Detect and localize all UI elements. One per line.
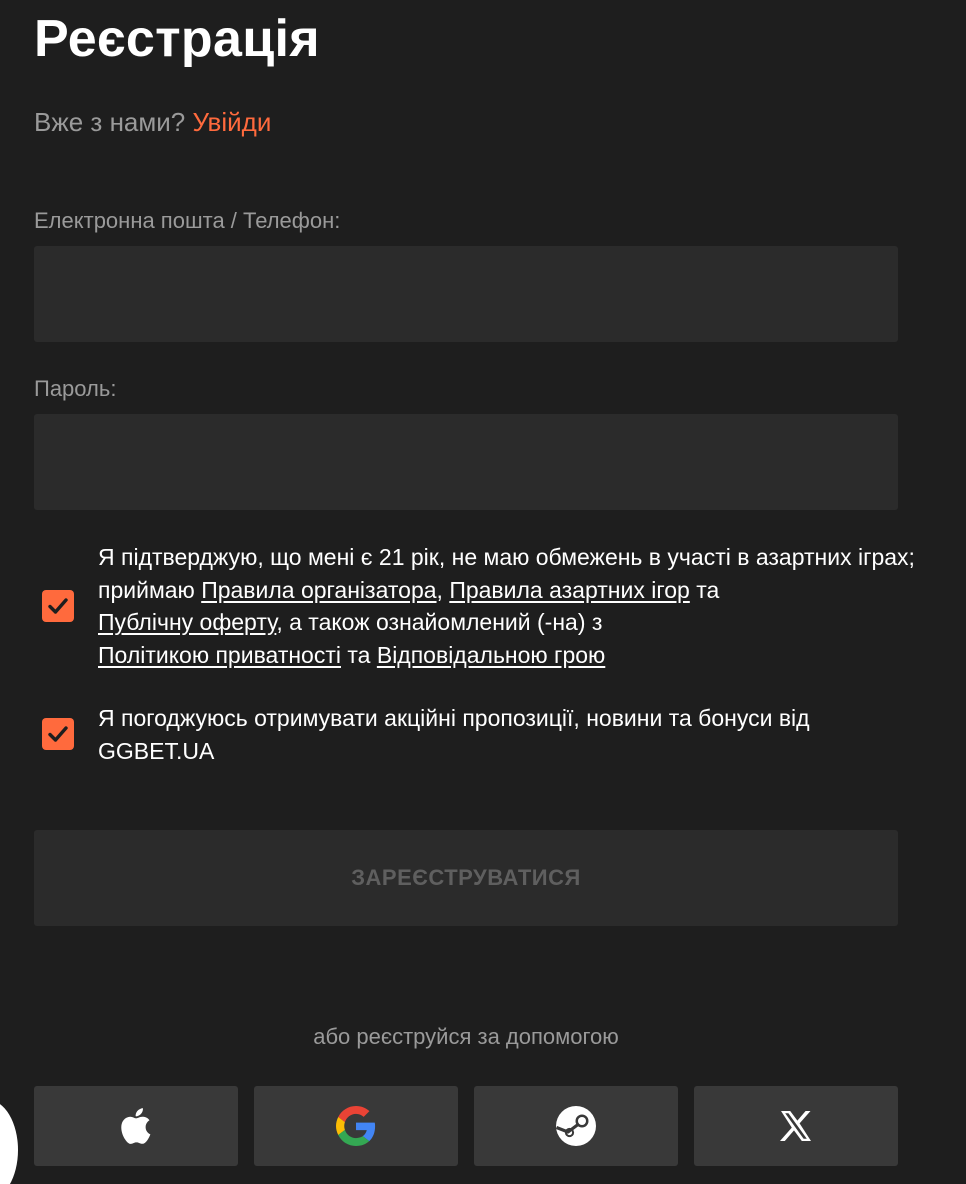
login-prompt-text: Вже з нами? xyxy=(34,107,186,137)
public-offer-link[interactable]: Публічну оферту xyxy=(98,609,276,635)
password-input[interactable] xyxy=(34,414,898,510)
google-login-button[interactable] xyxy=(254,1086,458,1166)
terms-text-part: та xyxy=(689,576,720,603)
checkmark-icon xyxy=(48,598,68,614)
terms-text-part: та xyxy=(341,641,377,668)
promo-consent-text: Я погоджуюсь отримувати акційні пропозиц… xyxy=(98,705,810,764)
steam-icon xyxy=(555,1106,596,1146)
terms-consent-text: Я підтверджую, що мені є 21 рік, не маю … xyxy=(98,541,918,671)
page-title: Реєстрація xyxy=(34,10,320,68)
register-button[interactable]: ЗАРЕЄСТРУВАТИСЯ xyxy=(34,830,898,926)
login-link[interactable]: Увійди xyxy=(192,107,271,137)
terms-text-part: , xyxy=(436,576,450,603)
apple-icon xyxy=(121,1108,151,1144)
email-phone-label: Електронна пошта / Телефон: xyxy=(34,208,341,233)
apple-login-button[interactable] xyxy=(34,1086,238,1166)
organizer-rules-link[interactable]: Правила організатора xyxy=(201,577,436,603)
x-icon xyxy=(780,1111,811,1141)
responsible-gaming-link[interactable]: Відповідальною грою xyxy=(377,642,605,668)
social-register-text: або реєструйся за допомогою xyxy=(313,1024,619,1049)
password-label: Пароль: xyxy=(34,376,117,401)
gambling-rules-link[interactable]: Правила азартних ігор xyxy=(449,577,690,603)
steam-login-button[interactable] xyxy=(474,1086,678,1166)
promo-checkbox[interactable] xyxy=(42,718,74,750)
terms-text-part: , а також ознайомлений (-на) з xyxy=(276,609,603,635)
floating-avatar[interactable] xyxy=(0,1100,18,1184)
x-login-button[interactable] xyxy=(694,1086,898,1166)
privacy-policy-link[interactable]: Політикою приватності xyxy=(98,642,341,668)
checkmark-icon xyxy=(48,726,68,742)
terms-checkbox[interactable] xyxy=(42,590,74,622)
google-icon xyxy=(336,1106,376,1146)
login-prompt: Вже з нами? Увійди xyxy=(34,104,271,140)
email-phone-input[interactable] xyxy=(34,246,898,342)
